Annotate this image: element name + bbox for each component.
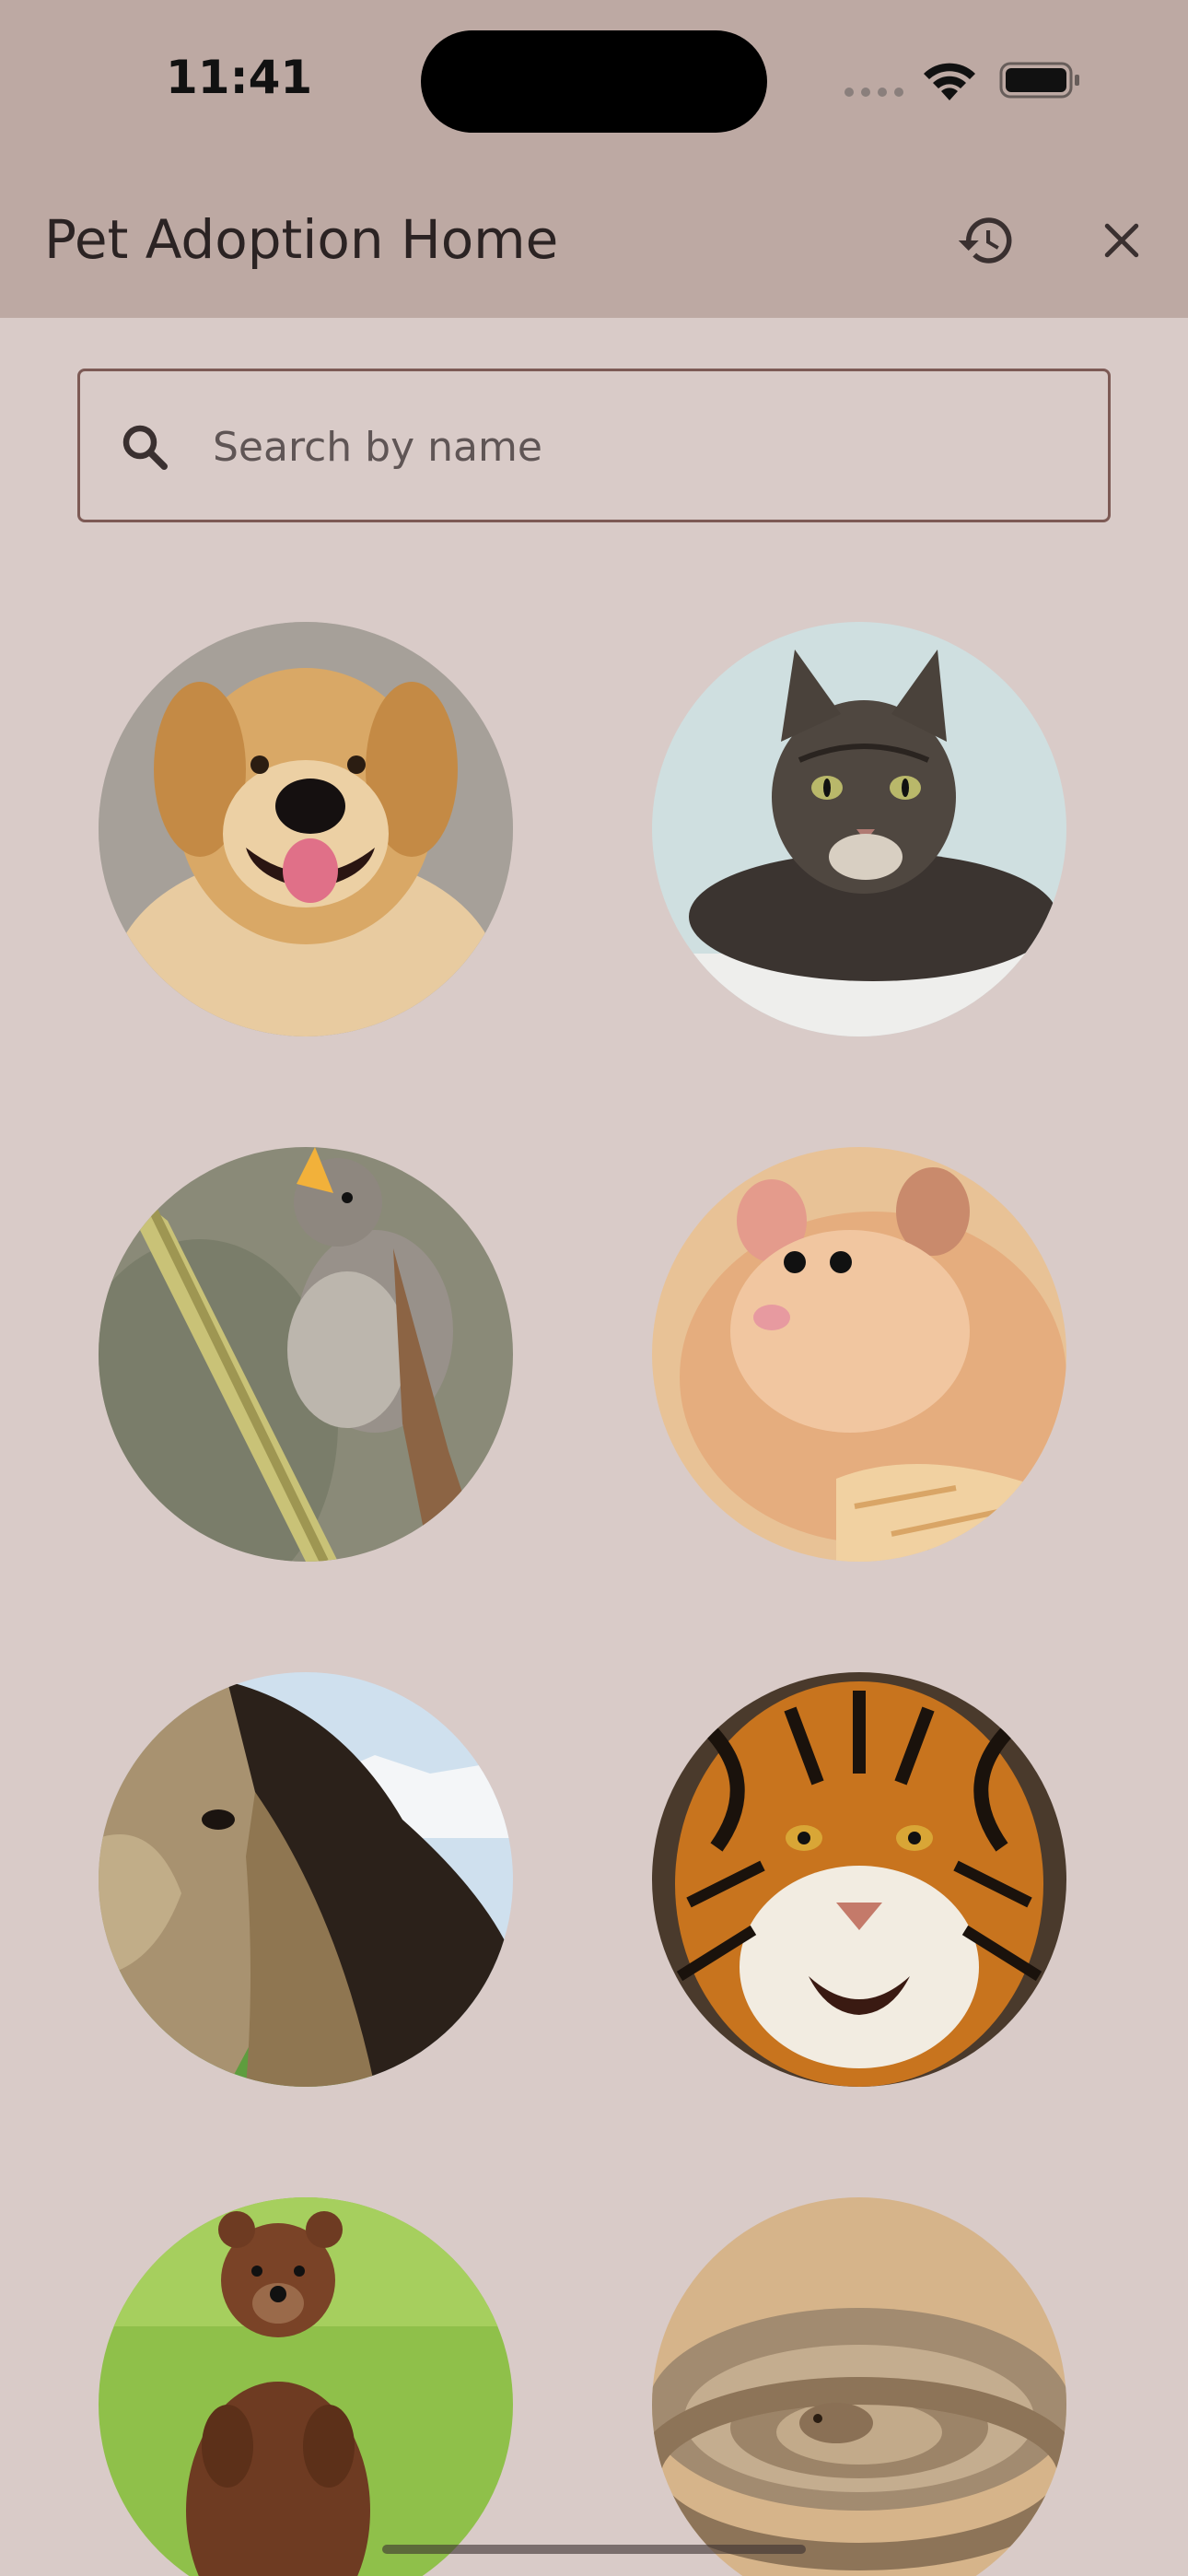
- nightingale-on-branch-photo: [99, 1147, 513, 1562]
- cellular-signal-icon: [844, 88, 903, 97]
- tabby-cat-photo: [652, 622, 1066, 1036]
- page-title: Pet Adoption Home: [44, 208, 559, 271]
- battery-icon: [999, 62, 1079, 99]
- pet-card-bird[interactable]: [99, 1147, 513, 1562]
- pet-card-bear[interactable]: [99, 2197, 513, 2576]
- tiger-photo: [652, 1672, 1066, 2087]
- search-field[interactable]: [77, 369, 1111, 522]
- hamster-photo: [652, 1147, 1066, 1562]
- wifi-icon: [924, 63, 975, 100]
- close-button[interactable]: [1089, 207, 1155, 274]
- pet-card-dog[interactable]: [99, 622, 513, 1036]
- status-time: 11:41: [166, 51, 313, 104]
- home-indicator: [382, 2545, 806, 2554]
- search-icon: [122, 425, 168, 470]
- dynamic-island: [421, 30, 767, 133]
- history-icon: [958, 217, 1012, 263]
- pet-card-horse[interactable]: [99, 1672, 513, 2087]
- buckskin-horse-photo: [99, 1672, 513, 2087]
- history-button[interactable]: [953, 207, 1019, 274]
- search-input[interactable]: [213, 408, 1042, 486]
- close-icon: [1104, 223, 1139, 258]
- pet-card-tiger[interactable]: [652, 1672, 1066, 2087]
- brown-bear-cub-photo: [99, 2197, 513, 2576]
- golden-retriever-photo: [99, 622, 513, 1036]
- pet-card-hamster[interactable]: [652, 1147, 1066, 1562]
- pet-card-snake[interactable]: [652, 2197, 1066, 2576]
- pet-card-cat[interactable]: [652, 622, 1066, 1036]
- rattlesnake-photo: [652, 2197, 1066, 2576]
